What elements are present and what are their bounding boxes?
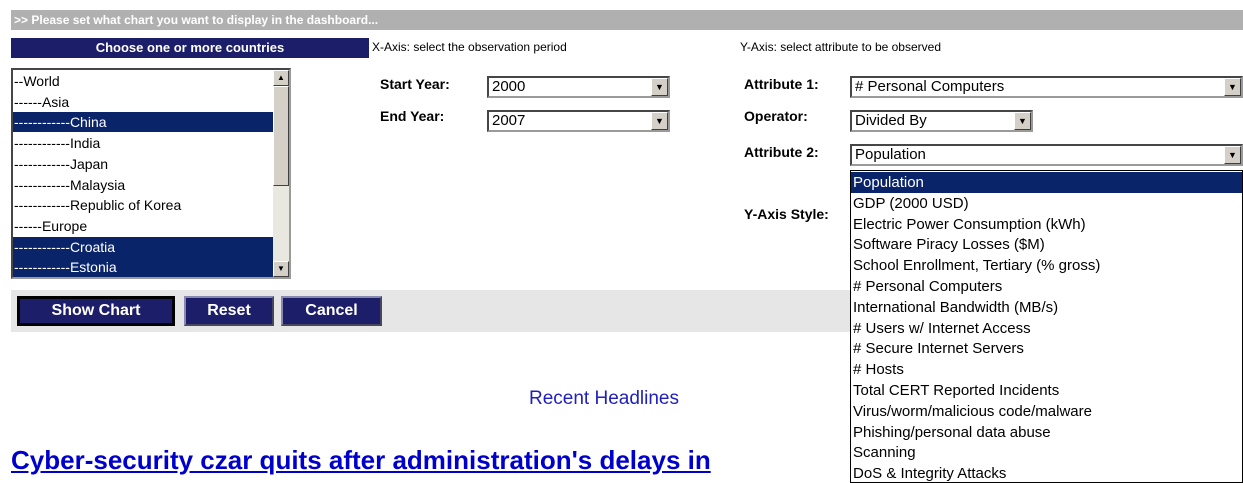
scroll-up-icon[interactable]: ▲ — [273, 70, 289, 86]
attribute-2-option[interactable]: # Secure Internet Servers — [851, 338, 1242, 359]
country-list-item[interactable]: ------------Estonia — [13, 257, 275, 277]
headline-link[interactable]: Cyber-security czar quits after administ… — [11, 445, 711, 476]
country-list-item[interactable]: ------------Japan — [13, 154, 275, 174]
chevron-down-icon[interactable]: ▼ — [651, 112, 668, 130]
countries-header: Choose one or more countries — [11, 38, 369, 58]
cancel-button[interactable]: Cancel — [281, 296, 382, 326]
y-axis-header: Y-Axis: select attribute to be observed — [740, 40, 941, 54]
start-year-value: 2000 — [492, 78, 526, 95]
chevron-down-icon[interactable]: ▼ — [1014, 112, 1031, 130]
y-axis-style-label: Y-Axis Style: — [744, 206, 829, 222]
start-year-select[interactable]: 2000 ▼ — [487, 76, 670, 98]
attribute-2-option[interactable]: # Hosts — [851, 359, 1242, 380]
country-list-item[interactable]: ------------Republic of Korea — [13, 195, 275, 215]
attribute-1-label: Attribute 1: — [744, 76, 819, 92]
country-list-item[interactable]: ------Asia — [13, 92, 275, 112]
attribute-2-option[interactable]: Scanning — [851, 442, 1242, 463]
countries-listbox[interactable]: --World ------Asia ------------China ------… — [11, 68, 291, 279]
countries-scrollbar[interactable]: ▲ ▼ — [273, 70, 289, 277]
country-list-item[interactable]: ------------China — [13, 112, 275, 133]
country-list-item[interactable]: ------------Malaysia — [13, 175, 275, 195]
operator-label: Operator: — [744, 108, 808, 124]
attribute-2-value: Population — [855, 146, 926, 163]
attribute-2-option[interactable]: Phishing/personal data abuse — [851, 422, 1242, 443]
operator-value: Divided By — [855, 112, 927, 129]
attribute-2-option[interactable]: Population — [851, 172, 1242, 193]
attribute-2-label: Attribute 2: — [744, 144, 819, 160]
recent-headlines-label: Recent Headlines — [529, 388, 679, 409]
attribute-1-select[interactable]: # Personal Computers ▼ — [850, 76, 1243, 98]
chevron-down-icon[interactable]: ▼ — [651, 78, 668, 96]
end-year-select[interactable]: 2007 ▼ — [487, 110, 670, 132]
attribute-2-option[interactable]: Software Piracy Losses ($M) — [851, 234, 1242, 255]
end-year-label: End Year: — [380, 108, 445, 124]
attribute-2-select[interactable]: Population ▼ — [850, 144, 1243, 166]
country-list-item[interactable]: ------------Croatia — [13, 236, 275, 257]
start-year-label: Start Year: — [380, 76, 450, 92]
chevron-down-icon[interactable]: ▼ — [1224, 146, 1241, 164]
attribute-2-option[interactable]: # Personal Computers — [851, 276, 1242, 297]
scroll-down-icon[interactable]: ▼ — [273, 261, 289, 277]
country-list-item[interactable]: ------Europe — [13, 216, 275, 236]
chevron-down-icon[interactable]: ▼ — [1224, 78, 1241, 96]
end-year-value: 2007 — [492, 112, 526, 129]
attribute-2-option[interactable]: School Enrollment, Tertiary (% gross) — [851, 255, 1242, 276]
attribute-1-value: # Personal Computers — [855, 78, 1005, 95]
operator-select[interactable]: Divided By ▼ — [850, 110, 1033, 132]
country-list-item[interactable]: --World — [13, 71, 275, 91]
attribute-2-option[interactable]: Total CERT Reported Incidents — [851, 380, 1242, 401]
attribute-2-option[interactable]: International Bandwidth (MB/s) — [851, 297, 1242, 318]
show-chart-button[interactable]: Show Chart — [17, 296, 175, 326]
x-axis-header: X-Axis: select the observation period — [372, 40, 567, 54]
attribute-2-option[interactable]: # Users w/ Internet Access — [851, 318, 1242, 339]
attribute-2-option[interactable]: DoS & Integrity Attacks — [851, 463, 1242, 482]
reset-button[interactable]: Reset — [184, 296, 274, 326]
attribute-2-dropdown-list[interactable]: Population GDP (2000 USD) Electric Power C… — [850, 170, 1243, 483]
attribute-2-option[interactable]: GDP (2000 USD) — [851, 193, 1242, 214]
attribute-2-option[interactable]: Virus/worm/malicious code/malware — [851, 401, 1242, 422]
country-list-item[interactable]: ------------India — [13, 133, 275, 153]
instruction-banner: >> Please set what chart you want to dis… — [11, 10, 1243, 30]
scroll-thumb[interactable] — [273, 86, 289, 186]
banner-text: >> Please set what chart you want to dis… — [14, 13, 379, 27]
attribute-2-option[interactable]: Electric Power Consumption (kWh) — [851, 214, 1242, 235]
